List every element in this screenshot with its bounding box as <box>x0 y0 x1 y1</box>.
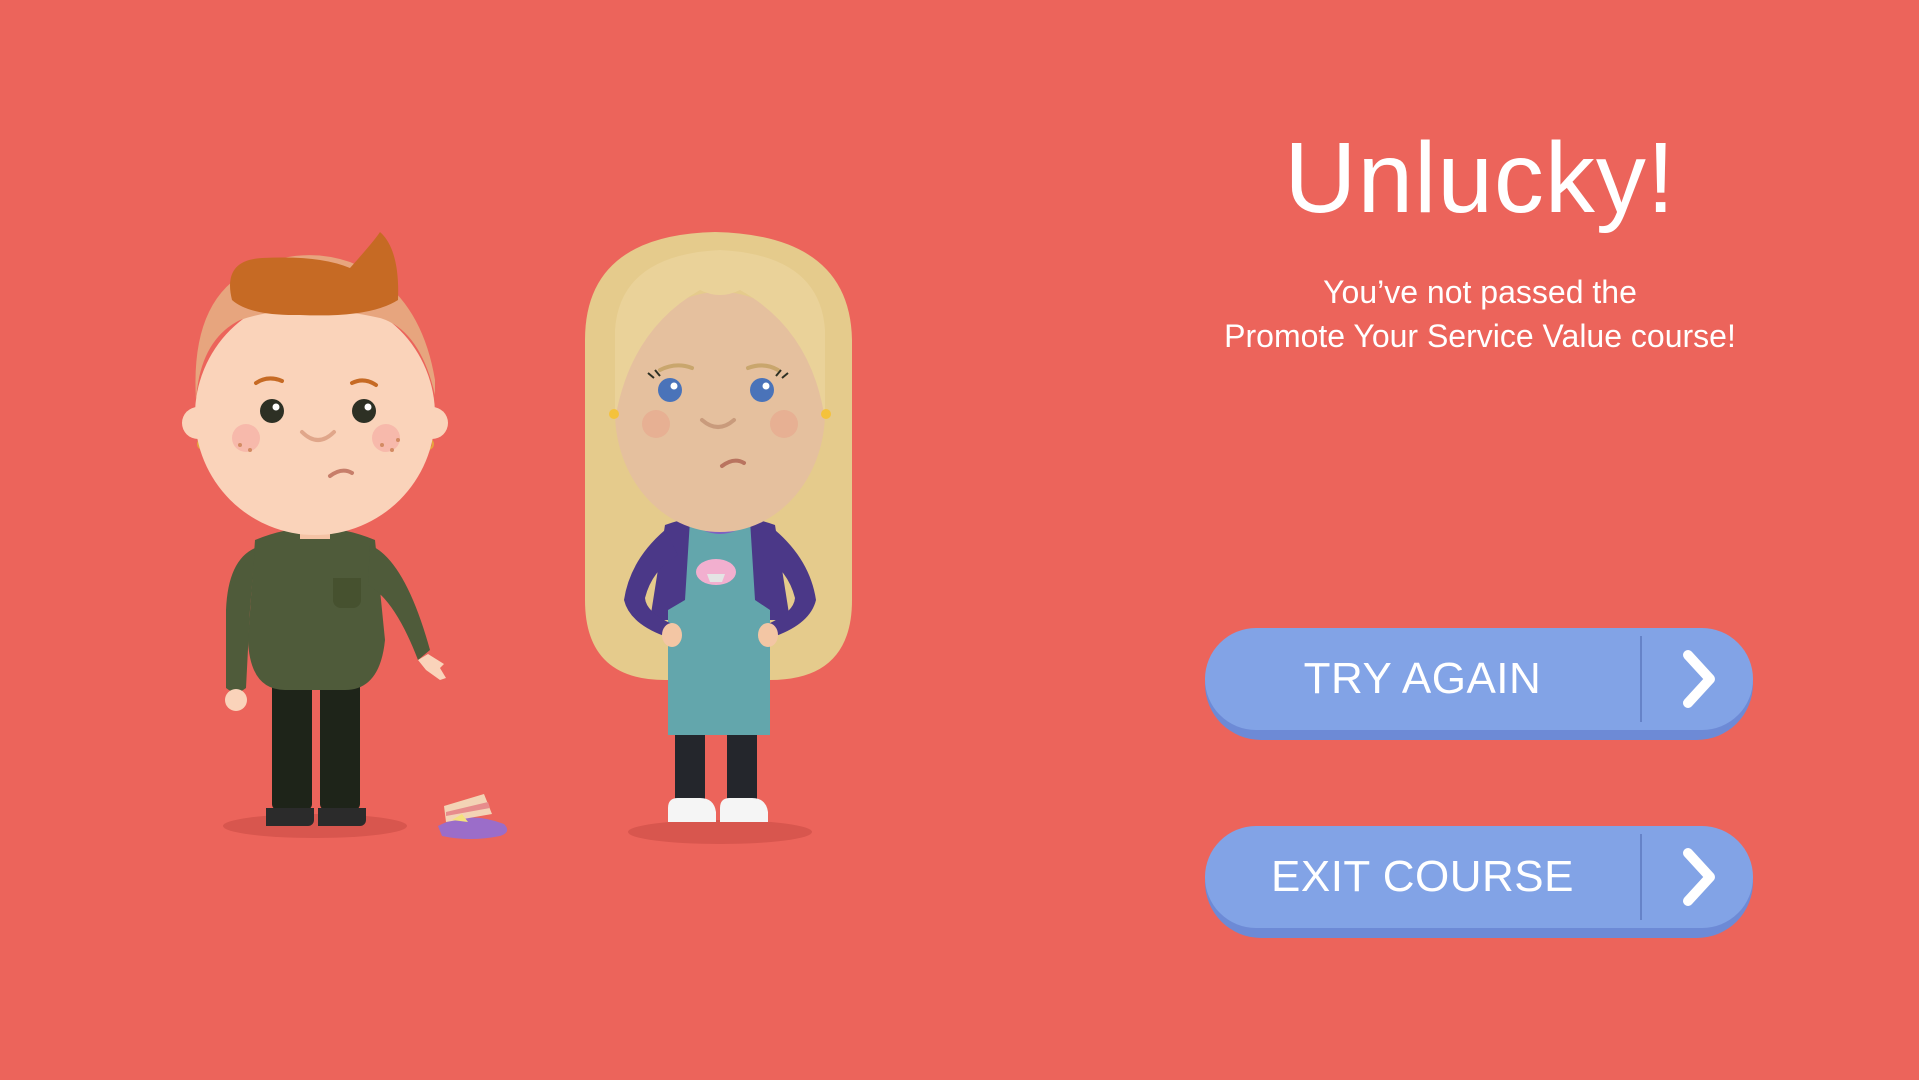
chevron-right-icon[interactable] <box>1660 826 1740 928</box>
result-message: You’ve not passed the Promote Your Servi… <box>1130 270 1830 358</box>
button-divider <box>1640 636 1642 722</box>
chevron-right-icon <box>1683 650 1715 708</box>
result-message-line-1: You’ve not passed the <box>1323 274 1637 310</box>
try-again-label[interactable]: TRY AGAIN <box>1205 628 1640 730</box>
exit-course-label[interactable]: EXIT COURSE <box>1205 826 1640 928</box>
exit-course-button-face[interactable]: EXIT COURSE <box>1205 826 1753 928</box>
exit-course-button[interactable]: EXIT COURSE <box>1205 826 1753 938</box>
girl-character <box>585 232 852 844</box>
button-divider <box>1640 834 1642 920</box>
try-again-button-face[interactable]: TRY AGAIN <box>1205 628 1753 730</box>
dropped-cake <box>438 794 508 839</box>
boy-character <box>182 232 448 838</box>
result-screen: Unlucky! You’ve not passed the Promote Y… <box>0 0 1919 1080</box>
chevron-right-icon[interactable] <box>1660 628 1740 730</box>
try-again-button[interactable]: TRY AGAIN <box>1205 628 1753 740</box>
result-message-line-2: Promote Your Service Value course! <box>1224 318 1736 354</box>
result-headline: Unlucky! <box>1284 122 1676 234</box>
chevron-right-icon <box>1683 848 1715 906</box>
